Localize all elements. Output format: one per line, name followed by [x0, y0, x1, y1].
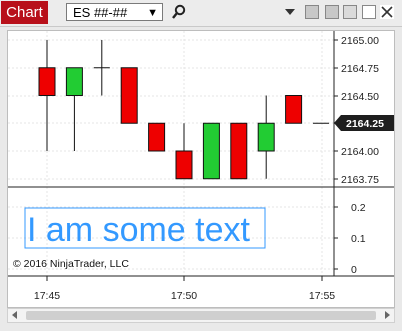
indicator-tick-label: 0.1	[351, 233, 366, 245]
chart-svg[interactable]: 2165.00 2164.75 2164.50 2164.00 2163.75 …	[8, 31, 394, 307]
scroll-right-icon[interactable]	[385, 311, 390, 319]
scroll-thumb[interactable]	[26, 311, 376, 320]
time-axis: 17:45 17:50 17:55	[34, 276, 335, 302]
price-axis: 2165.00 2164.75 2164.50 2164.00 2163.75	[334, 35, 379, 186]
chart-panel[interactable]: 2165.00 2164.75 2164.50 2164.00 2163.75 …	[7, 30, 395, 308]
time-tick-label: 17:45	[34, 290, 60, 302]
candle-down	[120, 67, 138, 124]
pin-button[interactable]	[325, 5, 339, 19]
time-tick-label: 17:55	[309, 290, 335, 302]
scroll-left-icon[interactable]	[12, 311, 17, 319]
instrument-value: ES ##-##	[73, 5, 128, 20]
indicator-axis: 0.2 0.1 0	[334, 202, 366, 276]
copyright-label: © 2016 NinjaTrader, LLC	[13, 258, 129, 270]
candle-down	[285, 95, 303, 124]
candle-down	[230, 122, 248, 180]
minimize-button[interactable]	[343, 5, 357, 19]
last-price-label: 2164.25	[346, 118, 384, 130]
close-button[interactable]	[380, 5, 394, 19]
search-icon[interactable]	[171, 4, 187, 20]
price-tick-label: 2164.00	[341, 146, 379, 158]
candle-up	[65, 67, 83, 96]
chevron-down-icon: ▼	[147, 7, 158, 19]
annotation-text: I am some text	[27, 211, 251, 249]
candle-up	[257, 122, 275, 152]
instrument-selector[interactable]: ES ##-## ▼	[66, 3, 163, 21]
price-tick-label: 2165.00	[341, 35, 379, 47]
title-bar: Chart ES ##-## ▼	[0, 0, 402, 27]
indicator-tick-label: 0	[351, 264, 357, 276]
candle-down	[175, 150, 193, 180]
window-menu-icon[interactable]	[285, 9, 295, 15]
candle-down	[38, 67, 56, 96]
chart-tab[interactable]: Chart	[1, 1, 48, 24]
time-tick-label: 17:50	[171, 290, 197, 302]
candle-down	[148, 122, 166, 152]
indicator-tick-label: 0.2	[351, 202, 366, 214]
candle-up	[202, 122, 220, 180]
horizontal-scrollbar[interactable]	[7, 308, 395, 323]
text-annotation[interactable]: I am some text	[24, 207, 266, 249]
price-tick-label: 2164.50	[341, 91, 379, 103]
close-icon	[381, 6, 393, 18]
price-tick-label: 2164.75	[341, 63, 379, 75]
last-price-marker: 2164.25	[334, 115, 394, 131]
price-tick-label: 2163.75	[341, 174, 379, 186]
tile-button[interactable]	[305, 5, 319, 19]
maximize-button[interactable]	[362, 5, 376, 19]
